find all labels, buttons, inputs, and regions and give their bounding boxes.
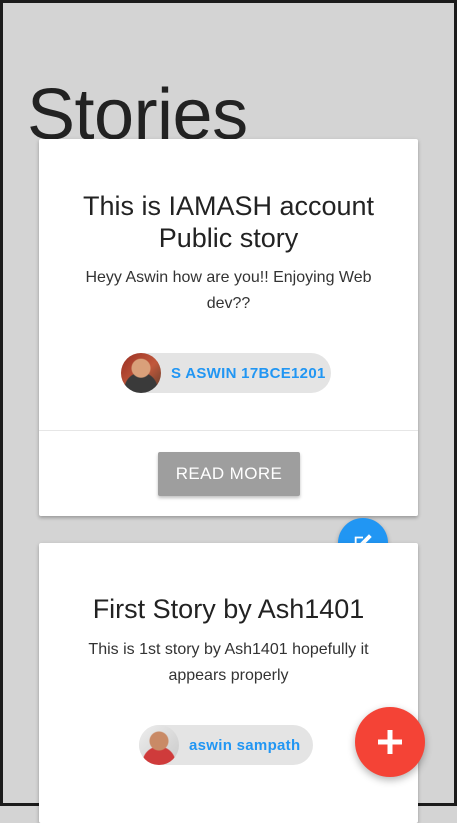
plus-icon [378,730,402,754]
story-card: First Story by Ash1401 This is 1st story… [39,543,418,823]
story-excerpt: This is 1st story by Ash1401 hopefully i… [88,641,369,684]
read-more-button[interactable]: Read More [158,452,300,496]
author-avatar [139,725,179,765]
story-title: First Story by Ash1401 [92,594,365,624]
add-story-button[interactable] [355,707,425,777]
author-avatar [121,353,161,393]
author-name: S ASWIN 17BCE1201 [171,364,326,382]
story-card: This is IAMASH account Public story Heyy… [39,139,418,516]
author-chip[interactable]: aswin sampath [139,725,313,765]
card-divider [39,430,418,431]
story-title: This is IAMASH account Public story [82,191,375,253]
story-excerpt: Heyy Aswin how are you!! Enjoying Web de… [85,269,372,312]
author-name: aswin sampath [189,736,301,754]
author-chip[interactable]: S ASWIN 17BCE1201 [121,353,331,393]
